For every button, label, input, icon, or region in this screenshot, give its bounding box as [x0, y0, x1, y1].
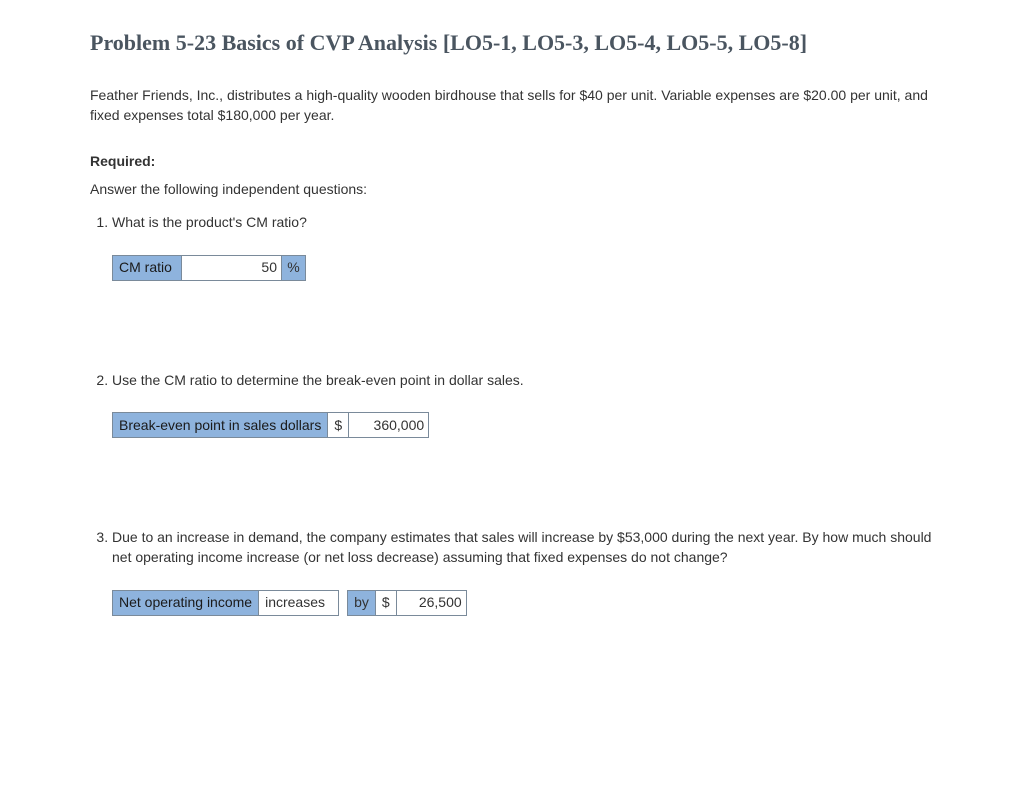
currency-symbol-q3: $ [376, 590, 397, 616]
spacer [339, 590, 347, 616]
required-label: Required: [90, 153, 934, 169]
cm-ratio-label: CM ratio [112, 255, 182, 281]
answer-row-3: Net operating income increases by $ 26,5… [112, 590, 934, 616]
noi-value-input[interactable]: 26,500 [397, 590, 467, 616]
breakeven-label: Break-even point in sales dollars [112, 412, 328, 438]
intro-text: Feather Friends, Inc., distributes a hig… [90, 86, 934, 125]
question-3: Due to an increase in demand, the compan… [112, 528, 934, 615]
question-1: What is the product's CM ratio? CM ratio… [112, 213, 934, 281]
question-1-text: What is the product's CM ratio? [112, 213, 934, 233]
answer-row-2: Break-even point in sales dollars $ 360,… [112, 412, 934, 438]
currency-symbol-q2: $ [328, 412, 349, 438]
question-2: Use the CM ratio to determine the break-… [112, 371, 934, 439]
answer-row-1: CM ratio 50 % [112, 255, 934, 281]
cm-ratio-input[interactable]: 50 [182, 255, 282, 281]
breakeven-input[interactable]: 360,000 [349, 412, 429, 438]
problem-title: Problem 5-23 Basics of CVP Analysis [LO5… [90, 30, 934, 56]
question-2-text: Use the CM ratio to determine the break-… [112, 371, 934, 391]
percent-unit: % [282, 255, 306, 281]
by-label: by [347, 590, 376, 616]
subhead-text: Answer the following independent questio… [90, 181, 934, 197]
direction-select[interactable]: increases [259, 590, 339, 616]
noi-label: Net operating income [112, 590, 259, 616]
question-3-text: Due to an increase in demand, the compan… [112, 528, 934, 567]
